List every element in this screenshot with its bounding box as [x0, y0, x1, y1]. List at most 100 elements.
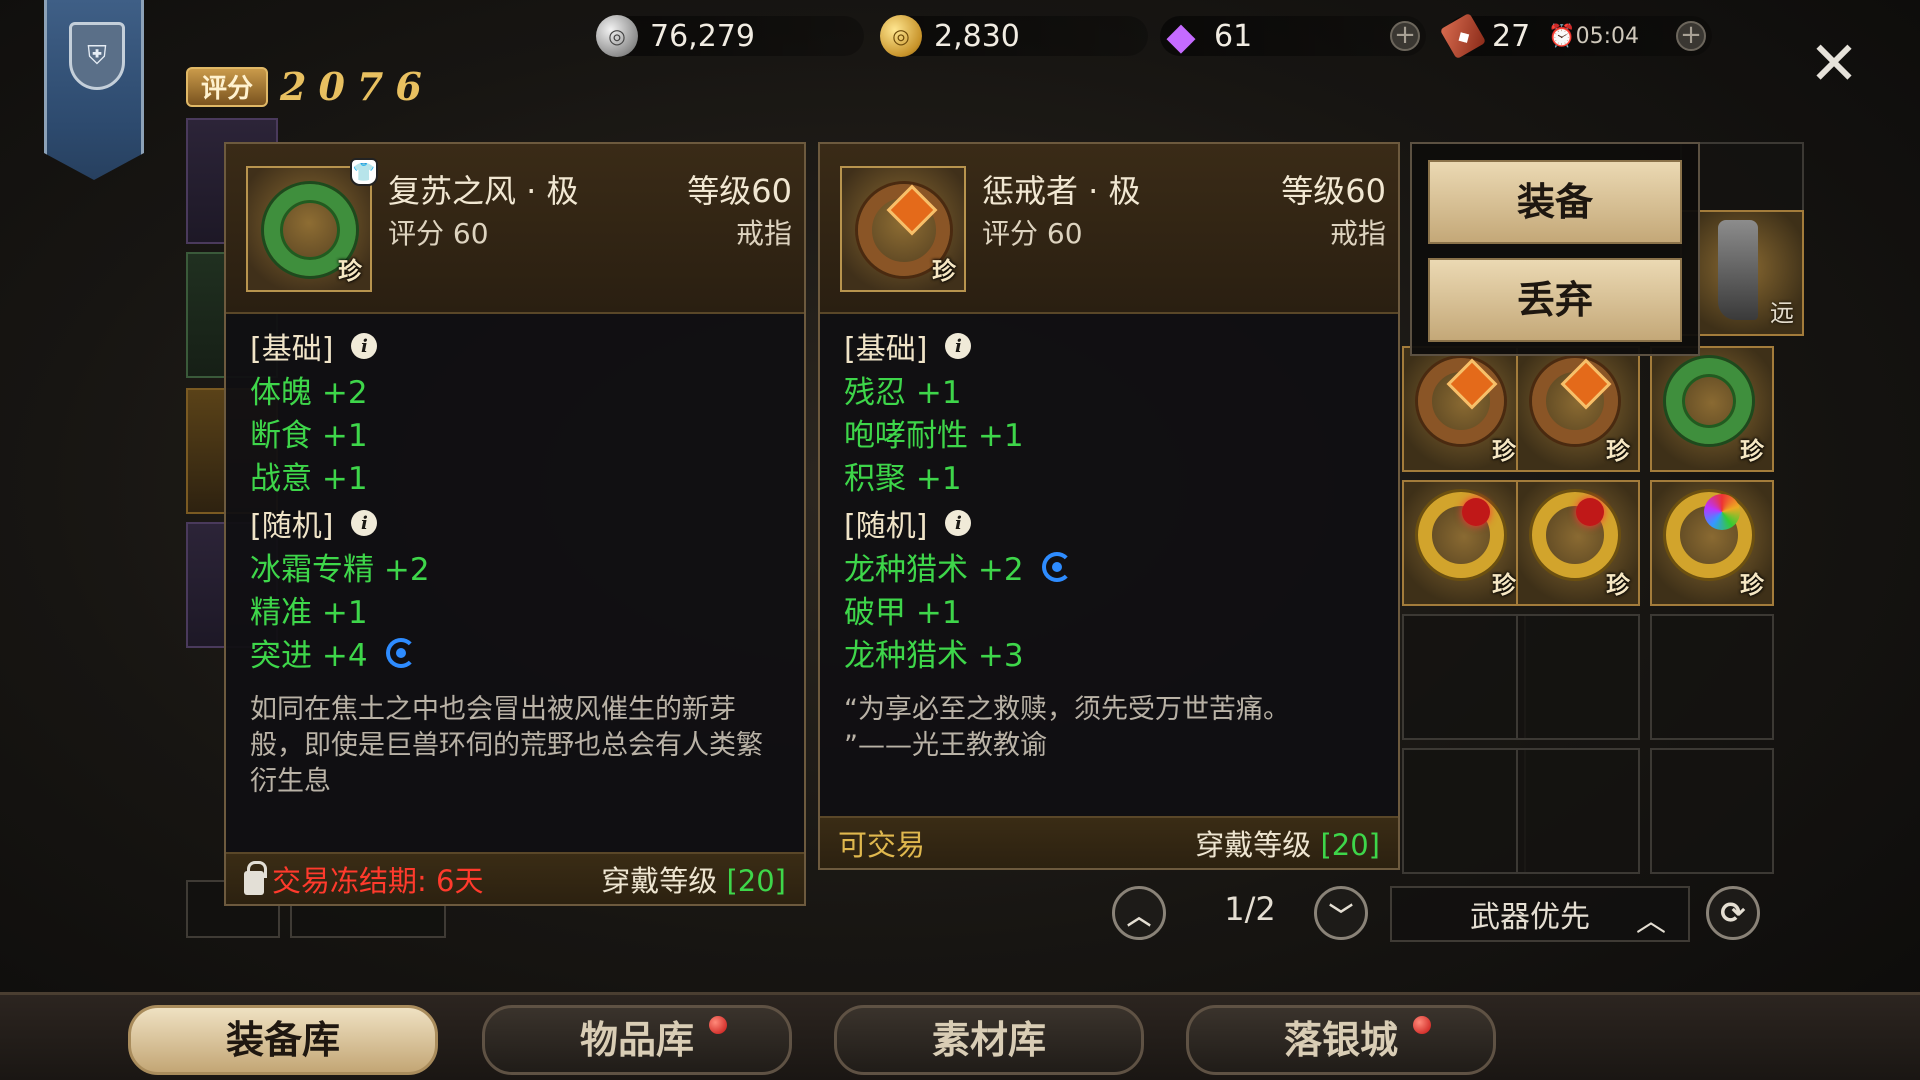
equip-button[interactable]: 装备	[1428, 160, 1682, 244]
random-stat: 龙种猎术 +2	[844, 552, 1024, 588]
item-type: 戒指	[1329, 217, 1386, 250]
tooltip-body: [基础] i 体魄 +2 断食 +1 战意 +1 [随机] i 冰霜专精 +2 …	[226, 314, 804, 800]
flavor-text-line-2: ”——光王教教谕	[844, 730, 1047, 761]
ticket-timer: ⏰05:04	[1548, 23, 1639, 49]
score-value: 2076	[280, 64, 434, 109]
rarity-mark: 珍	[1492, 571, 1516, 599]
wear-level-value: [20]	[726, 864, 786, 898]
info-icon[interactable]: i	[945, 510, 972, 536]
ticket-amount: 27	[1492, 18, 1531, 54]
page-up-button[interactable]: ︿	[1112, 886, 1166, 940]
gold-amount: 2,830	[934, 18, 1020, 54]
bottom-tab-bar: 装备库 物品库 素材库 落银城	[0, 992, 1920, 1080]
discard-button[interactable]: 丢弃	[1428, 258, 1682, 342]
boots-icon	[1718, 220, 1758, 320]
basic-stat: 积聚 +1	[844, 461, 962, 497]
rarity-mark: 珍	[1606, 571, 1630, 599]
empty-grid-slot[interactable]	[1402, 748, 1526, 874]
rarity-mark: 珍	[338, 257, 362, 285]
add-tickets-button[interactable]: +	[1676, 21, 1706, 51]
sort-dropdown[interactable]: 武器优先 ︿	[1390, 886, 1690, 942]
refresh-icon[interactable]: ⟳	[1706, 886, 1760, 940]
info-icon[interactable]: i	[351, 333, 378, 359]
empty-grid-slot[interactable]	[1650, 748, 1774, 874]
ring-grid-item[interactable]: 珍	[1402, 480, 1526, 606]
empty-grid-slot[interactable]	[1516, 614, 1640, 740]
tab-equipment-storage[interactable]: 装备库	[128, 1005, 438, 1075]
ring-grid-item[interactable]: 珍	[1650, 346, 1774, 472]
ring-grid-item[interactable]: 珍	[1516, 480, 1640, 606]
tab-material-storage[interactable]: 素材库	[834, 1005, 1144, 1075]
tab-label: 装备库	[225, 1017, 340, 1062]
reroll-icon[interactable]	[1041, 551, 1072, 582]
reroll-icon[interactable]	[385, 637, 416, 668]
page-indicator: 1/2	[1224, 890, 1276, 928]
basic-stat: 体魄 +2	[250, 375, 368, 411]
trade-status-text: 交易冻结期: 6天	[272, 864, 484, 898]
tab-silver-city[interactable]: 落银城	[1186, 1005, 1496, 1075]
ranged-mark: 远	[1770, 299, 1794, 327]
sort-label: 武器优先	[1470, 900, 1590, 935]
gem-currency: ◆ 61 +	[1160, 14, 1426, 58]
wear-level: 穿戴等级 [20]	[601, 858, 786, 900]
chevron-up-icon: ︿	[1636, 904, 1666, 939]
basic-stat: 残忍 +1	[844, 375, 962, 411]
random-stat: 龙种猎术 +3	[844, 638, 1024, 674]
item-level: 等级60	[687, 172, 792, 210]
basic-title: [基础]	[250, 332, 334, 367]
item-portrait: 珍	[840, 166, 966, 292]
gem-amount: 61	[1214, 18, 1253, 54]
silver-currency: ◎ 76,279	[596, 15, 864, 57]
rarity-mark: 珍	[1740, 437, 1764, 465]
trade-status: 可交易	[838, 828, 926, 862]
silver-coin-icon: ◎	[596, 15, 638, 57]
random-stat-row: 龙种猎术 +2	[844, 545, 1374, 588]
item-score: 评分 60	[982, 217, 1083, 250]
equipped-item-tooltip: 珍 👕 复苏之风 · 极 评分 60 等级60 戒指 [基础] i 体魄 +2 …	[224, 142, 806, 906]
basic-section-title: [基础] i	[844, 324, 1374, 368]
ring-grid-item[interactable]: 珍	[1402, 346, 1526, 472]
page-down-button[interactable]: ﹀	[1314, 886, 1368, 940]
item-type: 戒指	[735, 217, 792, 250]
random-title: [随机]	[844, 509, 928, 544]
basic-stat: 断食 +1	[250, 418, 368, 454]
empty-grid-slot[interactable]	[1402, 614, 1526, 740]
add-gems-button[interactable]: +	[1390, 21, 1420, 51]
random-stat: 破甲 +1	[844, 595, 962, 631]
flavor-text-line-1: “为享必至之救赎，须先受万世苦痛。	[844, 694, 1290, 725]
shield-emblem-icon: ⛨	[69, 22, 125, 90]
guild-banner[interactable]: ⛨	[44, 0, 144, 180]
info-icon[interactable]: i	[351, 510, 378, 536]
empty-grid-slot[interactable]	[1516, 748, 1640, 874]
ticket-currency: ◆ 27 ⏰05:04 +	[1439, 12, 1712, 60]
random-section-title: [随机] i	[250, 501, 780, 545]
tab-label: 落银城	[1283, 1017, 1398, 1062]
notification-badge	[709, 1016, 727, 1034]
tooltip-header: 珍 👕 复苏之风 · 极 评分 60 等级60 戒指	[226, 144, 804, 314]
random-title: [随机]	[250, 509, 334, 544]
rarity-mark: 珍	[1606, 437, 1630, 465]
random-stat: 突进 +4	[250, 638, 368, 674]
basic-stat: 咆哮耐性 +1	[844, 418, 1024, 454]
tooltip-header: 珍 惩戒者 · 极 评分 60 等级60 戒指	[820, 144, 1398, 314]
notification-badge	[1413, 1016, 1431, 1034]
wear-level-label: 穿戴等级	[1195, 828, 1321, 862]
silver-amount: 76,279	[650, 18, 755, 54]
close-icon[interactable]: ✕	[1806, 34, 1862, 94]
info-icon[interactable]: i	[945, 333, 972, 359]
selected-item-tooltip: 珍 惩戒者 · 极 评分 60 等级60 戒指 [基础] i 残忍 +1 咆哮耐…	[818, 142, 1400, 870]
ring-grid-item[interactable]: 珍	[1650, 480, 1774, 606]
tab-item-storage[interactable]: 物品库	[482, 1005, 792, 1075]
tooltip-body: [基础] i 残忍 +1 咆哮耐性 +1 积聚 +1 [随机] i 龙种猎术 +…	[820, 314, 1398, 764]
lock-icon	[244, 861, 267, 895]
tab-label: 物品库	[579, 1017, 694, 1062]
ring-grid-item[interactable]: 珍	[1516, 346, 1640, 472]
item-score: 评分 60	[388, 217, 489, 250]
diamond-icon: ◆	[1166, 14, 1196, 58]
empty-grid-slot[interactable]	[1650, 614, 1774, 740]
gold-coin-icon: ◎	[880, 15, 922, 57]
rarity-mark: 珍	[1740, 571, 1764, 599]
rarity-mark: 珍	[1492, 437, 1516, 465]
item-portrait: 珍	[246, 166, 372, 292]
score-label: 评分	[186, 66, 268, 107]
